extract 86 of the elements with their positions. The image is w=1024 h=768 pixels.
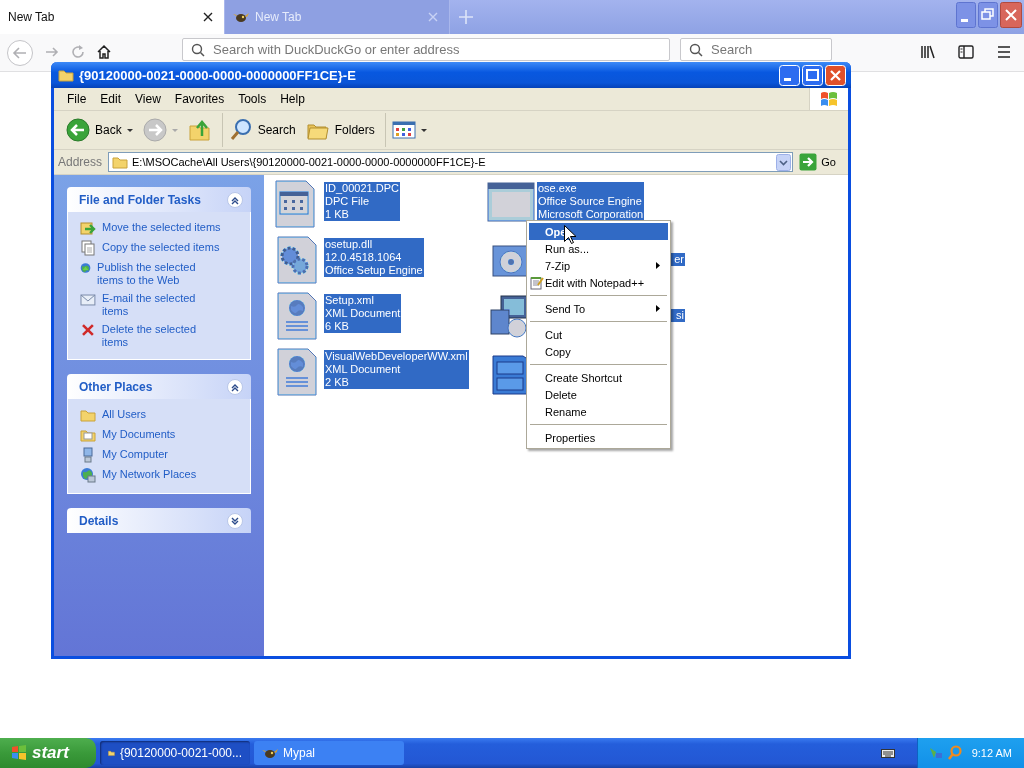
move-icon <box>80 220 96 236</box>
maximize-icon[interactable] <box>802 64 823 86</box>
file-label[interactable]: osetup.dll 12.0.4518.1064 Office Setup Engine <box>324 238 424 277</box>
windows-flag-icon <box>10 744 28 762</box>
windows-flag-icon <box>819 89 839 109</box>
keyboard-icon[interactable] <box>880 747 895 759</box>
folders-button[interactable]: Folders <box>301 113 379 147</box>
restore-icon[interactable] <box>978 2 998 28</box>
menu-item[interactable]: File <box>60 92 94 106</box>
sidebar-icon[interactable] <box>958 44 974 60</box>
address-field[interactable]: E:\MSOCache\All Users\{90120000-0021-0000-0000-0000000FF1CE}-E <box>108 152 794 172</box>
file-label[interactable]: Setup.xml XML Document 6 KB <box>324 294 402 333</box>
menu-item[interactable]: Rename <box>529 403 668 420</box>
envelope-icon <box>80 291 96 307</box>
notepad-icon <box>530 275 544 290</box>
menu-item[interactable]: 7-Zip <box>529 257 668 274</box>
expand-icon[interactable] <box>227 512 243 529</box>
menu-item[interactable]: Copy <box>529 343 668 360</box>
menu-item[interactable]: Edit <box>93 92 129 106</box>
address-field[interactable]: Search with DuckDuckGo or enter address <box>182 38 670 61</box>
window-title: {90120000-0021-0000-0000-0000000FF1CE}-E <box>79 67 356 83</box>
search-icon <box>689 43 703 57</box>
menu-icon[interactable] <box>996 44 1012 60</box>
views-icon <box>391 120 416 140</box>
go-button[interactable]: Go <box>797 151 844 173</box>
browser-tab[interactable]: New Tab <box>0 0 225 34</box>
menu-item[interactable]: Favorites <box>167 92 232 106</box>
file-label[interactable]: ose.exe Office Source Engine Microsoft Corporation <box>537 182 645 221</box>
menu-item[interactable]: Delete <box>529 386 668 403</box>
minimize-icon[interactable] <box>956 2 976 28</box>
menu-item[interactable]: Help <box>273 92 312 106</box>
menu-item[interactable]: Tools <box>231 92 274 106</box>
folder-up-icon <box>187 118 212 142</box>
search-field[interactable]: Search <box>680 38 832 61</box>
panel-title: Other Places <box>79 379 153 394</box>
menu-item[interactable]: Cut <box>529 326 668 343</box>
task-link[interactable]: My Documents <box>80 427 242 443</box>
menu-item[interactable]: Properties <box>529 429 668 446</box>
caret-icon <box>126 128 133 132</box>
bird-icon <box>262 746 278 760</box>
library-icon[interactable] <box>920 44 936 60</box>
clock: 9:12 AM <box>971 747 1012 759</box>
dropdown-icon[interactable] <box>776 153 792 171</box>
folder-icon <box>58 67 74 83</box>
close-icon[interactable] <box>202 11 214 23</box>
menu-item[interactable]: Create Shortcut <box>529 369 668 386</box>
computer-icon <box>80 447 96 463</box>
submenu-arrow-icon <box>656 262 660 269</box>
caret-icon <box>420 128 427 132</box>
submenu-arrow-icon <box>656 305 660 312</box>
menu-item[interactable]: Send To <box>529 300 668 317</box>
collapse-icon[interactable] <box>227 378 243 395</box>
file-label[interactable]: VisualWebDeveloperWW.xml XML Document 2 KB <box>324 350 469 389</box>
task-link[interactable]: All Users <box>80 407 242 423</box>
task-link[interactable]: Publish the selected items to the Web <box>80 260 242 287</box>
delete-icon <box>80 322 96 338</box>
search-icon <box>191 43 205 57</box>
file-label[interactable]: ID_00021.DPC DPC File 1 KB <box>324 182 400 221</box>
back-button[interactable]: Back <box>62 113 137 147</box>
folder-icon <box>80 407 96 423</box>
home-icon[interactable] <box>96 44 112 60</box>
task-link[interactable]: E-mail the selected items <box>80 291 242 318</box>
menu-item[interactable]: Edit with Notepad++ <box>529 274 668 291</box>
task-link[interactable]: Delete the selected items <box>80 322 242 349</box>
panel-title: Details <box>79 513 119 528</box>
taskbar-button[interactable]: Mypal <box>254 741 404 765</box>
collapse-icon[interactable] <box>227 191 243 208</box>
search-icon <box>228 118 253 142</box>
documents-folder-icon <box>80 427 96 443</box>
caret-icon <box>171 128 178 132</box>
folder-icon <box>112 154 129 170</box>
copy-icon <box>80 240 96 256</box>
globe-icon <box>80 260 92 276</box>
task-link[interactable]: Move the selected items <box>80 220 242 236</box>
task-link[interactable]: My Computer <box>80 447 242 463</box>
mouse-cursor-icon <box>564 225 576 244</box>
taskbar-button[interactable]: {90120000-0021-000... <box>100 741 250 765</box>
start-button[interactable]: start <box>0 738 96 768</box>
menu-item[interactable]: Run as... <box>529 240 668 257</box>
address-label: Address <box>58 155 104 169</box>
menu-item[interactable]: View <box>128 92 168 106</box>
search-button[interactable]: Search <box>221 113 300 147</box>
task-link[interactable]: My Network Places <box>80 467 242 483</box>
network-icon <box>80 467 96 483</box>
panel-title: File and Folder Tasks <box>79 192 201 207</box>
task-link[interactable]: Copy the selected items <box>80 240 242 256</box>
